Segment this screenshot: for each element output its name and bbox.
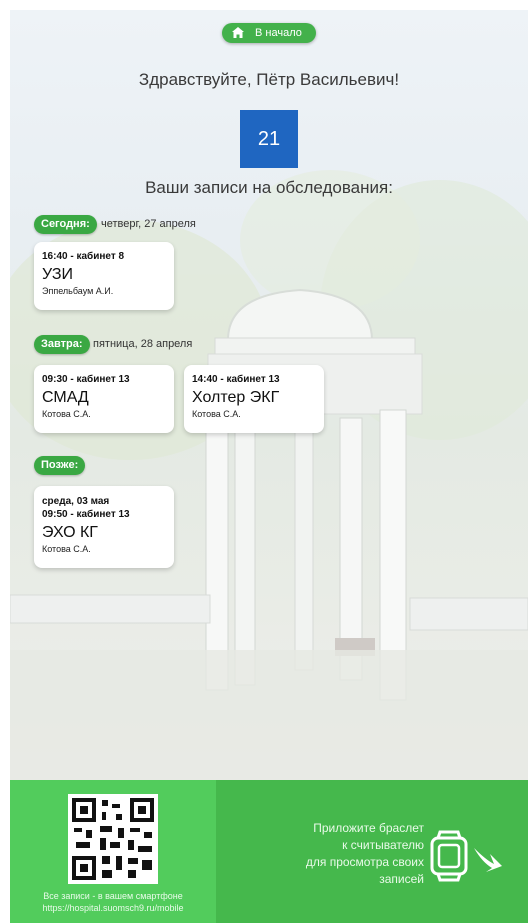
home-icon bbox=[232, 27, 244, 38]
card-exam: УЗИ bbox=[42, 266, 73, 283]
card-doctor: Котова С.А. bbox=[42, 409, 91, 419]
mobile-line: Все записи - в вашем смартфоне bbox=[43, 891, 183, 901]
tomorrow-date: пятница, 28 апреля bbox=[93, 338, 193, 350]
card-doctor: Эппельбаум А.И. bbox=[42, 286, 114, 296]
bracelet-instructions: Приложите браслет к считывателю для прос… bbox=[254, 820, 424, 888]
records-title: Ваши записи на обследования: bbox=[145, 178, 393, 197]
home-button-label: В начало bbox=[255, 27, 302, 39]
card-date: среда, 03 мая bbox=[42, 496, 110, 507]
tomorrow-tag: Завтра: bbox=[34, 335, 90, 354]
card-time: 14:40 - кабинет 13 bbox=[192, 374, 280, 385]
appointment-card-holter[interactable]: 14:40 - кабинет 13 Холтер ЭКГ Котова С.А… bbox=[184, 365, 324, 433]
mobile-panel: Все записи - в вашем смартфоне https://h… bbox=[10, 780, 216, 923]
card-exam: Холтер ЭКГ bbox=[192, 389, 280, 406]
bracelet-panel: Приложите браслет к считывателю для прос… bbox=[216, 780, 528, 923]
bracelet-line: записей bbox=[379, 872, 424, 886]
today-date: четверг, 27 апреля bbox=[101, 218, 196, 230]
mobile-text: Все записи - в вашем смартфоне https://h… bbox=[10, 890, 216, 914]
footer: Все записи - в вашем смартфоне https://h… bbox=[10, 780, 528, 923]
day-number-badge: 21 bbox=[240, 110, 298, 168]
card-time: 16:40 - кабинет 8 bbox=[42, 251, 125, 262]
later-tag: Позже: bbox=[34, 456, 86, 475]
mobile-url: https://hospital.suomsch9.ru/mobile bbox=[42, 903, 184, 913]
card-time: 09:50 - кабинет 13 bbox=[42, 509, 130, 520]
card-time: 09:30 - кабинет 13 bbox=[42, 374, 130, 385]
smartwatch-icon bbox=[430, 830, 502, 882]
appointment-card-echo[interactable]: среда, 03 мая 09:50 - кабинет 13 ЭХО КГ … bbox=[34, 486, 174, 568]
today-tag: Сегодня: bbox=[34, 215, 97, 234]
bracelet-line: Приложите браслет bbox=[313, 821, 424, 835]
card-exam: ЭХО КГ bbox=[42, 524, 98, 541]
arrow-curve-icon bbox=[474, 848, 502, 872]
appointment-card-uzi[interactable]: 16:40 - кабинет 8 УЗИ Эппельбаум А.И. bbox=[34, 242, 174, 310]
kiosk-screen: В начало Здравствуйте, Пётр Васильевич! … bbox=[10, 10, 528, 923]
qr-code-icon bbox=[68, 794, 158, 884]
greeting-text: Здравствуйте, Пётр Васильевич! bbox=[138, 70, 400, 89]
card-exam: СМАД bbox=[42, 389, 89, 406]
bracelet-line: для просмотра своих bbox=[305, 855, 424, 869]
card-doctor: Котова С.А. bbox=[192, 409, 241, 419]
home-button[interactable]: В начало bbox=[222, 23, 316, 43]
card-doctor: Котова С.А. bbox=[42, 544, 91, 554]
bracelet-line: к считывателю bbox=[342, 838, 424, 852]
appointment-card-smad[interactable]: 09:30 - кабинет 13 СМАД Котова С.А. bbox=[34, 365, 174, 433]
